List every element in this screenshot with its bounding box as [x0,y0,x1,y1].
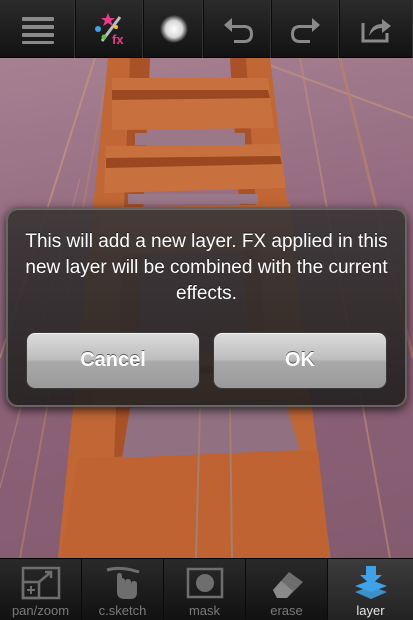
tab-label: erase [270,603,303,618]
ok-button[interactable]: OK [213,332,387,389]
mask-icon [186,567,223,599]
tab-label: c.sketch [98,603,147,618]
redo-button[interactable] [272,0,340,58]
tab-label: layer [356,603,385,618]
alert-message: This will add a new layer. FX applied in… [25,231,388,304]
tab-pan-zoom[interactable]: pan/zoom [0,559,82,620]
tab-label: pan/zoom [11,603,70,618]
redo-icon [290,18,320,43]
fx-button[interactable]: fx [76,0,144,58]
hand-sketch-icon [106,566,139,599]
cancel-button[interactable]: Cancel [26,332,200,389]
magic-wand-fx-icon [94,13,121,42]
tab-layer[interactable]: layer [328,559,413,620]
tab-erase[interactable]: erase [246,559,328,620]
new-layer-alert: This will add a new layer. FX applied in… [6,207,407,407]
share-button[interactable] [340,0,413,58]
brush-softness-icon [159,15,188,43]
layer-icon [354,566,387,599]
tab-c-sketch[interactable]: c.sketch [82,559,164,620]
undo-icon [223,18,253,43]
pan-zoom-icon [21,566,60,600]
bottom-toolbar: pan/zoom c.sketch mask erase layer [0,558,413,620]
undo-button[interactable] [204,0,272,58]
brush-size-button[interactable] [144,0,204,58]
top-toolbar: fx [0,0,413,58]
tab-label: mask [188,603,221,618]
hamburger-menu-icon [21,17,54,44]
tab-mask[interactable]: mask [164,559,246,620]
menu-button[interactable] [0,0,76,58]
eraser-icon [272,572,303,598]
share-export-icon [361,19,391,43]
fx-label: fx [112,32,124,47]
